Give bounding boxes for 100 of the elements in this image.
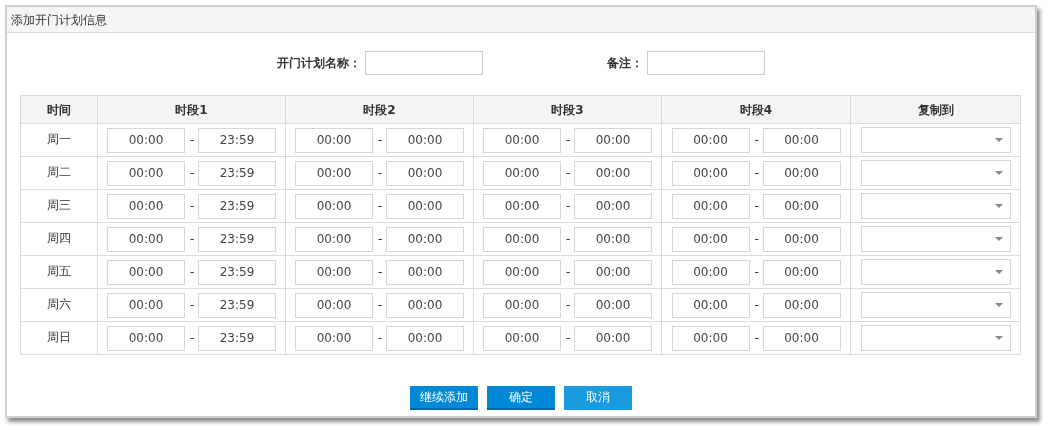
range-separator: - <box>378 198 381 215</box>
caret-icon <box>994 138 1003 142</box>
time-field[interactable]: 00:00 <box>574 292 652 318</box>
copy-to-dropdown[interactable] <box>860 325 1011 351</box>
time-field[interactable]: 00:00 <box>671 292 750 318</box>
time-field[interactable]: 23:59 <box>198 127 276 153</box>
caret-icon <box>994 204 1003 208</box>
time-field[interactable]: 00:00 <box>671 127 750 153</box>
column-header: 时段2 <box>285 95 474 124</box>
time-field[interactable]: 00:00 <box>574 325 652 351</box>
time-field[interactable]: 23:59 <box>198 325 276 351</box>
caret-icon <box>994 270 1003 274</box>
field-label: 备注： <box>607 55 643 72</box>
range-separator: - <box>754 231 758 248</box>
range-separator: - <box>566 231 569 248</box>
time-field[interactable]: 00:00 <box>483 292 561 318</box>
time-field[interactable]: 00:00 <box>386 160 464 186</box>
time-field[interactable]: 00:00 <box>574 160 652 186</box>
time-field[interactable]: 00:00 <box>671 325 750 351</box>
day-cell: 周五 <box>20 255 98 289</box>
copy-to-dropdown[interactable] <box>860 127 1011 153</box>
time-field[interactable]: 00:00 <box>762 160 841 186</box>
caret-icon <box>994 336 1003 340</box>
time-field[interactable]: 23:59 <box>198 292 276 318</box>
text-field[interactable] <box>365 51 483 75</box>
time-field[interactable]: 00:00 <box>295 259 373 285</box>
range-separator: - <box>378 297 381 314</box>
time-field[interactable]: 00:00 <box>295 325 373 351</box>
time-field[interactable]: 00:00 <box>107 226 185 252</box>
time-field[interactable]: 00:00 <box>483 325 561 351</box>
time-field[interactable]: 00:00 <box>295 193 373 219</box>
time-field[interactable]: 00:00 <box>295 292 373 318</box>
time-field[interactable]: 23:59 <box>198 160 276 186</box>
time-field[interactable]: 00:00 <box>762 292 841 318</box>
copy-to-dropdown[interactable] <box>860 193 1011 219</box>
range-separator: - <box>190 165 193 182</box>
time-field[interactable]: 00:00 <box>671 160 750 186</box>
time-field[interactable]: 00:00 <box>671 193 750 219</box>
time-field[interactable]: 00:00 <box>107 259 185 285</box>
range-separator: - <box>190 198 193 215</box>
time-field[interactable]: 00:00 <box>483 127 561 153</box>
time-field[interactable]: 00:00 <box>762 226 841 252</box>
time-field[interactable]: 00:00 <box>483 160 561 186</box>
range-separator: - <box>378 330 381 347</box>
time-field[interactable]: 00:00 <box>107 127 185 153</box>
column-header: 时段3 <box>473 95 662 124</box>
time-field[interactable]: 00:00 <box>762 193 841 219</box>
time-field[interactable]: 00:00 <box>295 226 373 252</box>
copy-to-dropdown[interactable] <box>860 160 1011 186</box>
action-button[interactable]: 继续添加 <box>410 386 478 410</box>
time-field[interactable]: 23:59 <box>198 226 276 252</box>
range-separator: - <box>754 264 758 281</box>
range-separator: - <box>754 132 758 149</box>
range-separator: - <box>566 132 569 149</box>
range-separator: - <box>566 297 569 314</box>
range-separator: - <box>190 330 193 347</box>
copy-to-dropdown[interactable] <box>860 292 1011 318</box>
time-field[interactable]: 00:00 <box>762 259 841 285</box>
time-field[interactable]: 00:00 <box>386 259 464 285</box>
time-field[interactable]: 00:00 <box>762 325 841 351</box>
time-field[interactable]: 00:00 <box>295 160 373 186</box>
caret-icon <box>994 237 1003 241</box>
day-cell: 周六 <box>20 288 98 322</box>
time-field[interactable]: 00:00 <box>107 292 185 318</box>
time-field[interactable]: 00:00 <box>386 193 464 219</box>
time-field[interactable]: 00:00 <box>574 127 652 153</box>
column-header: 复制到 <box>850 95 1021 124</box>
column-header: 时间 <box>20 95 98 124</box>
range-separator: - <box>378 165 381 182</box>
time-field[interactable]: 00:00 <box>295 127 373 153</box>
time-field[interactable]: 00:00 <box>762 127 841 153</box>
time-field[interactable]: 00:00 <box>671 226 750 252</box>
time-field[interactable]: 23:59 <box>198 193 276 219</box>
time-field[interactable]: 00:00 <box>107 325 185 351</box>
copy-to-dropdown[interactable] <box>860 226 1011 252</box>
range-separator: - <box>754 198 758 215</box>
time-field[interactable]: 00:00 <box>483 193 561 219</box>
caret-icon <box>994 303 1003 307</box>
time-field[interactable]: 00:00 <box>574 226 652 252</box>
time-field[interactable]: 00:00 <box>107 160 185 186</box>
range-separator: - <box>754 165 758 182</box>
time-field[interactable]: 00:00 <box>386 292 464 318</box>
range-separator: - <box>378 231 381 248</box>
time-field[interactable]: 00:00 <box>671 259 750 285</box>
time-field[interactable]: 00:00 <box>107 193 185 219</box>
time-field[interactable]: 00:00 <box>386 325 464 351</box>
time-field[interactable]: 00:00 <box>574 193 652 219</box>
time-field[interactable]: 00:00 <box>483 259 561 285</box>
text-field[interactable] <box>647 51 765 75</box>
day-cell: 周二 <box>20 156 98 190</box>
time-field[interactable]: 23:59 <box>198 259 276 285</box>
range-separator: - <box>378 132 381 149</box>
time-field[interactable]: 00:00 <box>574 259 652 285</box>
action-button[interactable]: 确定 <box>487 386 555 410</box>
time-field[interactable]: 00:00 <box>386 226 464 252</box>
range-separator: - <box>754 297 758 314</box>
range-separator: - <box>190 297 193 314</box>
copy-to-dropdown[interactable] <box>860 259 1011 285</box>
time-field[interactable]: 00:00 <box>483 226 561 252</box>
time-field[interactable]: 00:00 <box>386 127 464 153</box>
